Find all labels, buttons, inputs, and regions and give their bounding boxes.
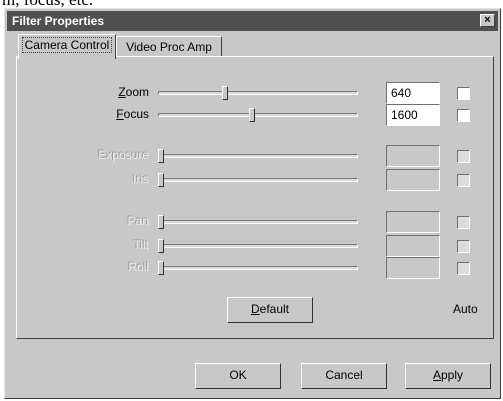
default-label: efault bbox=[259, 302, 290, 316]
zoom-label-text: oom bbox=[125, 85, 149, 99]
dialog-title: Filter Properties bbox=[12, 14, 105, 28]
tilt-label-text: Tilt bbox=[133, 238, 149, 252]
tab-label: Video Proc Amp bbox=[126, 40, 212, 54]
exposure-auto-checkbox bbox=[457, 150, 470, 163]
cancel-label: Cancel bbox=[325, 368, 363, 382]
focus-label: Focus bbox=[89, 107, 149, 121]
filter-properties-dialog: Filter Properties × Camera Control Video… bbox=[4, 8, 501, 399]
tab-video-proc-amp[interactable]: Video Proc Amp bbox=[116, 36, 222, 58]
tilt-auto-checkbox bbox=[457, 240, 470, 253]
pan-slider-track bbox=[158, 220, 358, 224]
roll-auto-checkbox bbox=[457, 262, 470, 275]
iris-label: Iris bbox=[89, 172, 149, 186]
roll-slider-thumb bbox=[158, 261, 164, 275]
auto-label: Auto bbox=[453, 302, 478, 316]
tab-label: Camera Control bbox=[21, 37, 113, 53]
caption-text: m, focus, etc. bbox=[2, 0, 93, 8]
cancel-button[interactable]: Cancel bbox=[301, 363, 387, 389]
apply-label: pply bbox=[441, 368, 464, 382]
pan-value-field bbox=[386, 211, 440, 233]
tab-camera-control[interactable]: Camera Control bbox=[18, 34, 116, 59]
roll-label-text: Roll bbox=[128, 260, 149, 274]
pan-label-text: Pan bbox=[127, 214, 149, 228]
ok-button[interactable]: OK bbox=[195, 363, 281, 389]
tilt-label: Tilt bbox=[89, 238, 149, 252]
zoom-slider-thumb[interactable] bbox=[222, 86, 228, 100]
pan-label: Pan bbox=[89, 214, 149, 228]
zoom-value-field[interactable]: 640 bbox=[386, 82, 440, 104]
focus-value-field[interactable]: 1600 bbox=[386, 104, 440, 126]
caption-strip: m, focus, etc. bbox=[0, 0, 503, 8]
exposure-value-field bbox=[386, 145, 440, 167]
roll-label: Roll bbox=[89, 260, 149, 274]
focus-access-key: F bbox=[116, 107, 124, 121]
default-access-key: D bbox=[250, 302, 260, 316]
pan-auto-checkbox bbox=[457, 216, 470, 229]
iris-value-field bbox=[386, 169, 440, 191]
focus-slider-track[interactable] bbox=[158, 113, 358, 117]
close-button[interactable]: × bbox=[480, 14, 495, 27]
default-button[interactable]: Default bbox=[227, 297, 313, 323]
roll-value-field bbox=[386, 257, 440, 279]
iris-slider-thumb bbox=[158, 173, 164, 187]
iris-auto-checkbox bbox=[457, 174, 470, 187]
focus-label-text: ocus bbox=[123, 107, 149, 121]
exposure-label-text: Exposure bbox=[98, 148, 149, 162]
exposure-slider-thumb bbox=[158, 149, 164, 163]
zoom-access-key: Z bbox=[118, 85, 126, 99]
pan-slider-thumb bbox=[158, 215, 164, 229]
exposure-slider-track bbox=[158, 154, 358, 158]
iris-slider-track bbox=[158, 178, 358, 182]
zoom-label: Zoom bbox=[89, 85, 149, 99]
title-bar: Filter Properties × bbox=[7, 11, 498, 31]
focus-auto-checkbox[interactable] bbox=[457, 109, 470, 122]
apply-button[interactable]: Apply bbox=[405, 363, 491, 389]
tilt-slider-track bbox=[158, 244, 358, 248]
apply-access-key: A bbox=[432, 368, 441, 382]
close-icon: × bbox=[484, 14, 491, 26]
ok-label: OK bbox=[229, 368, 247, 382]
zoom-auto-checkbox[interactable] bbox=[457, 87, 470, 100]
exposure-label: Exposure bbox=[89, 148, 149, 162]
roll-slider-track bbox=[158, 266, 358, 270]
tilt-value-field bbox=[386, 235, 440, 257]
focus-slider-thumb[interactable] bbox=[249, 108, 255, 122]
iris-label-text: Iris bbox=[133, 172, 149, 186]
zoom-slider-track[interactable] bbox=[158, 91, 358, 95]
tilt-slider-thumb bbox=[158, 239, 164, 253]
